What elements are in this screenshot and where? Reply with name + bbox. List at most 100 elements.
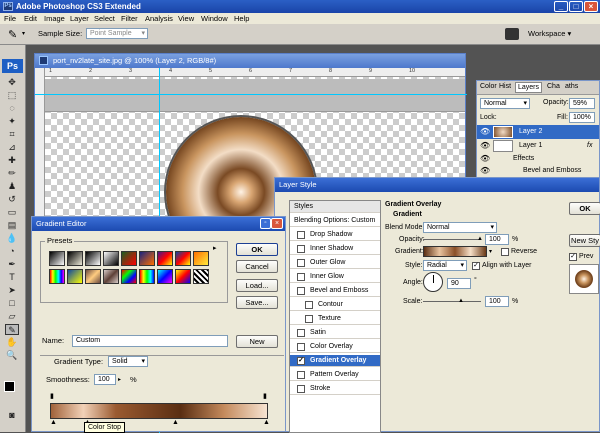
fx-icon[interactable]: fx (587, 140, 592, 152)
opacity-stop-left[interactable]: ▮ (50, 392, 54, 400)
menu-file[interactable]: File (4, 13, 16, 24)
bevel-emboss-effect-row[interactable]: 👁 Bevel and Emboss (477, 165, 599, 177)
preset-swatch[interactable] (49, 269, 65, 284)
preset-swatch[interactable] (193, 251, 209, 266)
fill-input[interactable]: 100% (569, 112, 595, 123)
satin-checkbox[interactable] (297, 329, 305, 337)
minimize-icon[interactable]: _ (554, 1, 568, 12)
notes-tool-icon[interactable]: ▱ (5, 311, 19, 322)
preset-swatch[interactable] (157, 251, 173, 266)
blend-mode-select[interactable]: Normal ▾ (423, 222, 497, 233)
angle-input[interactable]: 90 (447, 278, 471, 289)
pen-tool-icon[interactable]: ✒ (5, 259, 19, 270)
tab-paths[interactable]: aths (565, 83, 578, 90)
satin-item[interactable]: Satin (290, 327, 380, 339)
inner-glow-checkbox[interactable] (297, 273, 305, 281)
color-stop[interactable]: ▲ (263, 419, 270, 426)
preset-swatch[interactable] (175, 251, 191, 266)
foreground-color-swatch[interactable] (4, 381, 15, 392)
reverse-checkbox[interactable] (501, 248, 509, 256)
stroke-item[interactable]: Stroke (290, 383, 380, 395)
maximize-icon[interactable]: □ (569, 1, 583, 12)
presets-menu-icon[interactable]: ▸ (213, 244, 217, 252)
tool-preset-dropdown-icon[interactable]: ▾ (22, 30, 25, 37)
tab-histogram[interactable]: Hist (499, 83, 511, 90)
preset-swatch[interactable] (85, 269, 101, 284)
layer-opacity-input[interactable]: 59% (569, 98, 595, 109)
inner-glow-item[interactable]: Inner Glow (290, 271, 380, 283)
layer-name[interactable]: Layer 1 (519, 140, 542, 152)
visibility-eye-icon[interactable]: 👁 (480, 126, 490, 138)
clone-stamp-icon[interactable]: ♟ (5, 181, 19, 192)
gradient-dropdown-icon[interactable]: ▾ (489, 248, 492, 255)
history-brush-icon[interactable]: ↺ (5, 194, 19, 205)
preset-swatch[interactable] (49, 251, 65, 266)
preset-swatch[interactable] (139, 269, 155, 284)
preset-swatch[interactable] (193, 269, 209, 284)
gradient-load-button[interactable]: Load... (236, 279, 278, 292)
eraser-tool-icon[interactable]: ▭ (5, 207, 19, 218)
gradient-ok-button[interactable]: OK (236, 243, 278, 256)
preset-swatch[interactable] (139, 251, 155, 266)
gradient-name-input[interactable]: Custom (72, 335, 228, 347)
gradient-tool-icon[interactable]: ▤ (5, 220, 19, 231)
menu-edit[interactable]: Edit (24, 13, 37, 24)
contour-checkbox[interactable] (305, 301, 313, 309)
align-with-layer-checkbox[interactable]: ✓ (472, 262, 480, 270)
menu-layer[interactable]: Layer (70, 13, 89, 24)
bevel-emboss-item[interactable]: Bevel and Emboss (290, 285, 380, 297)
outer-glow-checkbox[interactable] (297, 259, 305, 267)
inner-shadow-checkbox[interactable] (297, 245, 305, 253)
texture-item[interactable]: Texture (290, 313, 380, 325)
menu-image[interactable]: Image (44, 13, 65, 24)
layer-row-layer-1[interactable]: 👁 Layer 1 fx (477, 139, 599, 153)
blur-tool-icon[interactable]: 💧 (5, 233, 19, 244)
brush-tool-icon[interactable]: ✏ (5, 168, 19, 179)
new-style-button[interactable]: New Sty (569, 234, 600, 247)
healing-brush-icon[interactable]: ✚ (5, 155, 19, 166)
visibility-eye-icon[interactable]: 👁 (480, 153, 490, 165)
pattern-overlay-checkbox[interactable] (297, 371, 305, 379)
close-icon[interactable]: × (584, 1, 598, 12)
preset-swatch[interactable] (103, 269, 119, 284)
preset-swatch[interactable] (175, 269, 191, 284)
preset-swatch[interactable] (121, 269, 137, 284)
preset-swatch[interactable] (157, 269, 173, 284)
slice-tool-icon[interactable]: ⊿ (5, 142, 19, 153)
scale-slider-thumb[interactable]: ▲ (458, 298, 464, 304)
preset-swatch[interactable] (103, 251, 119, 266)
tab-color[interactable]: Color (480, 83, 497, 90)
gradient-overlay-checkbox[interactable]: ✓ (297, 357, 305, 365)
gradient-preview-swatch[interactable] (423, 246, 487, 257)
visibility-eye-icon[interactable]: 👁 (480, 165, 490, 177)
scale-input[interactable]: 100 (485, 296, 509, 307)
styles-header[interactable]: Styles (290, 201, 380, 213)
scale-slider-track[interactable] (423, 301, 481, 302)
menu-view[interactable]: View (178, 13, 194, 24)
tab-layers[interactable]: Layers (515, 82, 543, 93)
shape-tool-icon[interactable]: □ (5, 298, 19, 309)
gradient-overlay-item[interactable]: ✓ Gradient Overlay (290, 355, 380, 367)
menu-window[interactable]: Window (201, 13, 228, 24)
menu-analysis[interactable]: Analysis (145, 13, 173, 24)
color-overlay-checkbox[interactable] (297, 343, 305, 351)
bevel-emboss-checkbox[interactable] (297, 287, 305, 295)
pattern-overlay-item[interactable]: Pattern Overlay (290, 369, 380, 381)
minimize-icon[interactable]: ▫ (260, 218, 271, 229)
smoothness-dropdown-icon[interactable]: ▸ (118, 376, 121, 383)
layer-blend-mode-select[interactable]: Normal ▾ (480, 98, 530, 109)
gradient-save-button[interactable]: Save... (236, 296, 278, 309)
eyedropper-icon[interactable]: ✎ (8, 28, 17, 41)
drop-shadow-checkbox[interactable] (297, 231, 305, 239)
menu-select[interactable]: Select (94, 13, 115, 24)
hand-tool-icon[interactable]: ✋ (5, 337, 19, 348)
color-stop[interactable]: ▲ (172, 419, 179, 426)
crop-tool-icon[interactable]: ⌗ (5, 129, 19, 140)
guide-line[interactable] (35, 94, 467, 95)
smoothness-input[interactable]: 100 (94, 374, 116, 385)
layer-name[interactable]: Layer 2 (519, 126, 542, 138)
opacity-input[interactable]: 100 (485, 234, 509, 245)
angle-dial[interactable] (423, 272, 443, 292)
layer-row-layer-2[interactable]: 👁 Layer 2 (477, 125, 599, 139)
preset-swatch[interactable] (67, 251, 83, 266)
